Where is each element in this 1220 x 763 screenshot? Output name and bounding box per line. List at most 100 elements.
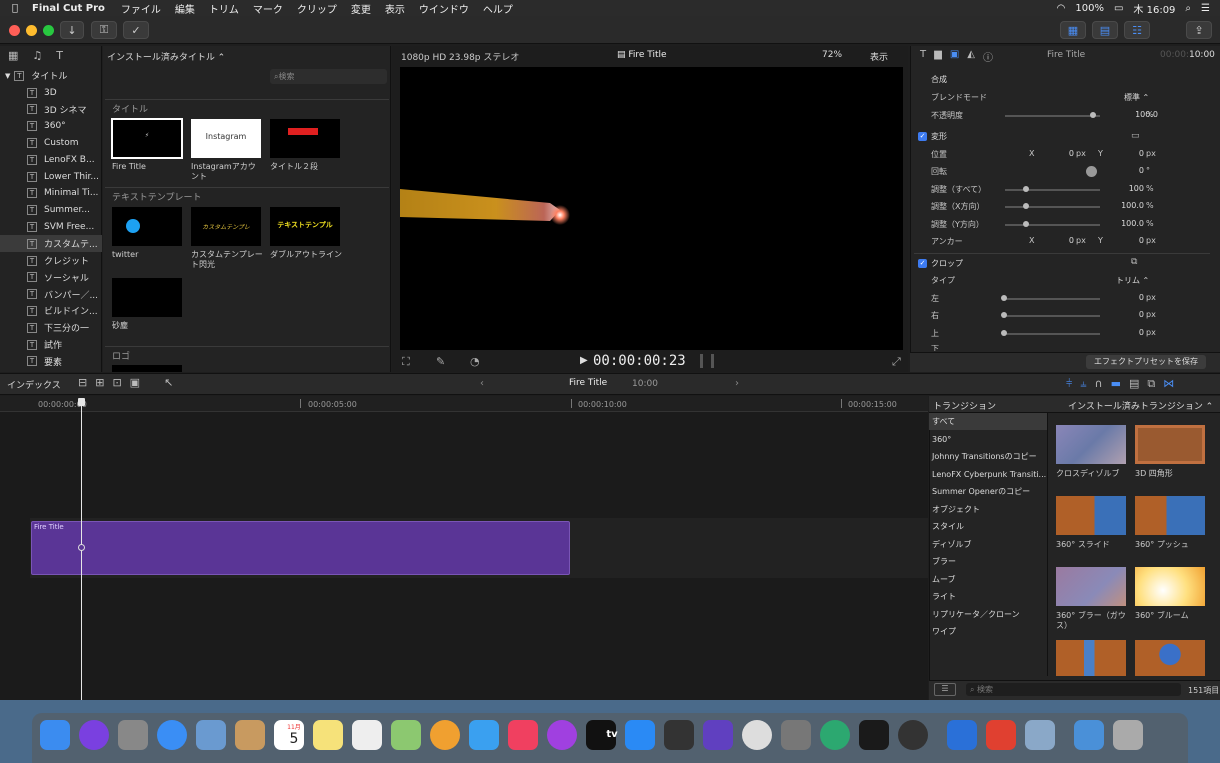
dock-maps-icon[interactable] xyxy=(391,720,421,750)
viewer-view-menu[interactable]: 表示 xyxy=(870,50,888,63)
overwrite-clip-icon[interactable]: ▣ xyxy=(130,376,140,389)
play-button[interactable]: ▶ xyxy=(580,355,588,366)
blend-mode-dropdown[interactable]: 標準 ⌃ xyxy=(1124,92,1174,109)
transition-category[interactable]: すべて xyxy=(929,413,1047,430)
transition-thumb-360-slide[interactable] xyxy=(1056,496,1126,535)
rotation-value[interactable]: 0 xyxy=(1130,166,1144,183)
index-button[interactable]: インデックス xyxy=(7,378,61,391)
enhance-tool-icon[interactable]: ✎ xyxy=(436,355,445,368)
sidebar-item[interactable]: T 試作 xyxy=(0,336,102,353)
crop-right-value[interactable]: 0 xyxy=(1130,310,1144,327)
show-timeline-button[interactable]: ▤ xyxy=(1092,21,1118,39)
dock-chrome-icon[interactable] xyxy=(742,720,772,750)
scale-y-slider-knob[interactable] xyxy=(1023,221,1029,227)
sidebar-item[interactable]: T 3D xyxy=(0,84,102,101)
scale-all-value[interactable]: 100 xyxy=(1104,184,1144,201)
append-clip-icon[interactable]: ⊡ xyxy=(112,376,121,389)
dock-mail-icon[interactable] xyxy=(196,720,226,750)
dock-music-icon[interactable] xyxy=(508,720,538,750)
close-window-button[interactable] xyxy=(9,25,20,36)
show-inspector-button[interactable]: ☷ xyxy=(1124,21,1150,39)
dock-contacts-icon[interactable] xyxy=(235,720,265,750)
transition-thumb-row4-a[interactable] xyxy=(1056,640,1126,676)
sidebar-item[interactable]: T 360° xyxy=(0,118,102,135)
transition-category[interactable]: Summer Openerのコピー xyxy=(929,483,1047,500)
select-tool-icon[interactable]: ↖ xyxy=(164,376,173,389)
crop-top-value[interactable]: 0 xyxy=(1130,328,1144,345)
background-tasks-button[interactable]: ✓ xyxy=(123,21,149,39)
sidebar-item[interactable]: T SVM Free... xyxy=(0,218,102,235)
transitions-source-dropdown[interactable]: インストール済みトランジション ⌃ xyxy=(1068,399,1213,412)
clock[interactable]: 木 16:09 xyxy=(1133,1,1175,16)
sidebar-item[interactable]: T ソーシャル xyxy=(0,269,102,286)
scale-x-slider-knob[interactable] xyxy=(1023,203,1029,209)
scale-y-value[interactable]: 100.0 xyxy=(1104,219,1144,236)
menu-file[interactable]: ファイル xyxy=(121,1,161,16)
libraries-tab-icon[interactable]: ▦ xyxy=(8,49,18,63)
show-browser-button[interactable]: ▦ xyxy=(1060,21,1086,39)
sidebar-item[interactable]: T 下三分の一 xyxy=(0,319,102,336)
crop-left-slider[interactable] xyxy=(1005,298,1100,300)
logo-thumb[interactable] xyxy=(112,365,182,372)
sidebar-item[interactable]: T クレジット xyxy=(0,252,102,269)
view-mode-icon[interactable]: ☰ xyxy=(934,683,956,696)
template-thumb-flash[interactable]: カスタムテンプレ xyxy=(191,207,261,246)
title-thumb-instagram[interactable]: Instagram xyxy=(191,119,261,158)
dock-app-store-icon[interactable] xyxy=(625,720,655,750)
transform-checkbox[interactable]: ✓ xyxy=(918,132,927,141)
sidebar-item[interactable]: T ビルドイン... xyxy=(0,302,102,319)
transition-category[interactable]: LenoFX Cyberpunk Transiti... xyxy=(929,466,1047,483)
share-button[interactable]: ⇪ xyxy=(1186,21,1212,39)
opacity-slider-knob[interactable] xyxy=(1090,112,1096,118)
text-inspector-icon[interactable]: T xyxy=(920,49,926,64)
dock-quicktime-icon[interactable] xyxy=(898,720,928,750)
fullscreen-icon[interactable]: ⤢ xyxy=(892,355,901,369)
dock-kindle-icon[interactable] xyxy=(859,720,889,750)
spotlight-icon[interactable]: ⌕ xyxy=(1185,3,1191,14)
menu-help[interactable]: ヘルプ xyxy=(483,1,513,16)
info-inspector-icon[interactable]: ⓘ xyxy=(983,49,993,64)
sidebar-item[interactable]: T Summer... xyxy=(0,202,102,219)
dock-reminders-icon[interactable] xyxy=(352,720,382,750)
speed-tool-icon[interactable]: ◔ xyxy=(470,355,480,368)
anchor-y-value[interactable]: 0 xyxy=(1130,236,1144,253)
menu-window[interactable]: ウインドウ xyxy=(419,1,469,16)
menu-edit[interactable]: 編集 xyxy=(175,1,195,16)
dock-final-cut-pro-icon[interactable] xyxy=(664,720,694,750)
save-effects-preset-button[interactable]: エフェクトプリセットを保存 xyxy=(1086,355,1206,369)
crop-onscreen-icon[interactable]: ⧉ xyxy=(1131,257,1137,267)
dock-launchpad-icon[interactable] xyxy=(118,720,148,750)
position-x-value[interactable]: 0 xyxy=(1060,149,1074,166)
crop-top-slider-knob[interactable] xyxy=(1001,330,1007,336)
transition-category[interactable]: ワイプ xyxy=(929,623,1047,640)
viewer-zoom-dropdown[interactable]: 72% xyxy=(822,50,842,60)
transition-thumb-360-push[interactable] xyxy=(1135,496,1205,535)
crop-type-dropdown[interactable]: トリム ⌃ xyxy=(1116,275,1166,292)
viewer-canvas[interactable] xyxy=(400,67,903,350)
crop-right-slider[interactable] xyxy=(1005,315,1100,317)
insert-clip-icon[interactable]: ⊞ xyxy=(95,376,104,389)
dock-trash-icon[interactable] xyxy=(1113,720,1143,750)
dock-motion-icon[interactable] xyxy=(703,720,733,750)
control-center-icon[interactable]: ☰ xyxy=(1201,3,1210,14)
dock-preview-icon[interactable] xyxy=(1025,720,1055,750)
import-button[interactable]: ↓ xyxy=(60,21,84,39)
audio-skimming-icon[interactable]: ⫨ xyxy=(1080,377,1086,391)
sidebar-root-titles[interactable]: ▼ T タイトル xyxy=(0,67,102,84)
crop-right-slider-knob[interactable] xyxy=(1001,312,1007,318)
crop-top-slider[interactable] xyxy=(1005,333,1100,335)
dock-podcasts-icon[interactable] xyxy=(547,720,577,750)
browser-search-field[interactable]: ⌕検索 xyxy=(270,69,387,84)
transitions-search-field[interactable]: ⌕ 検索 xyxy=(966,683,1181,696)
minimize-window-button[interactable] xyxy=(26,25,37,36)
clip-appearance-icon[interactable]: ▤ xyxy=(1129,377,1139,391)
template-thumb-twitter[interactable] xyxy=(112,207,182,246)
titles-generators-tab-icon[interactable]: T xyxy=(56,49,63,63)
transition-category[interactable]: リプリケータ／クローン xyxy=(929,606,1047,623)
transition-category[interactable]: スタイル xyxy=(929,518,1047,535)
timeline-ruler[interactable] xyxy=(0,396,928,412)
sidebar-item[interactable]: T LenoFX B... xyxy=(0,151,102,168)
color-inspector-icon[interactable]: ◭ xyxy=(967,49,975,64)
scale-all-slider-knob[interactable] xyxy=(1023,186,1029,192)
crop-left-slider-knob[interactable] xyxy=(1001,295,1007,301)
